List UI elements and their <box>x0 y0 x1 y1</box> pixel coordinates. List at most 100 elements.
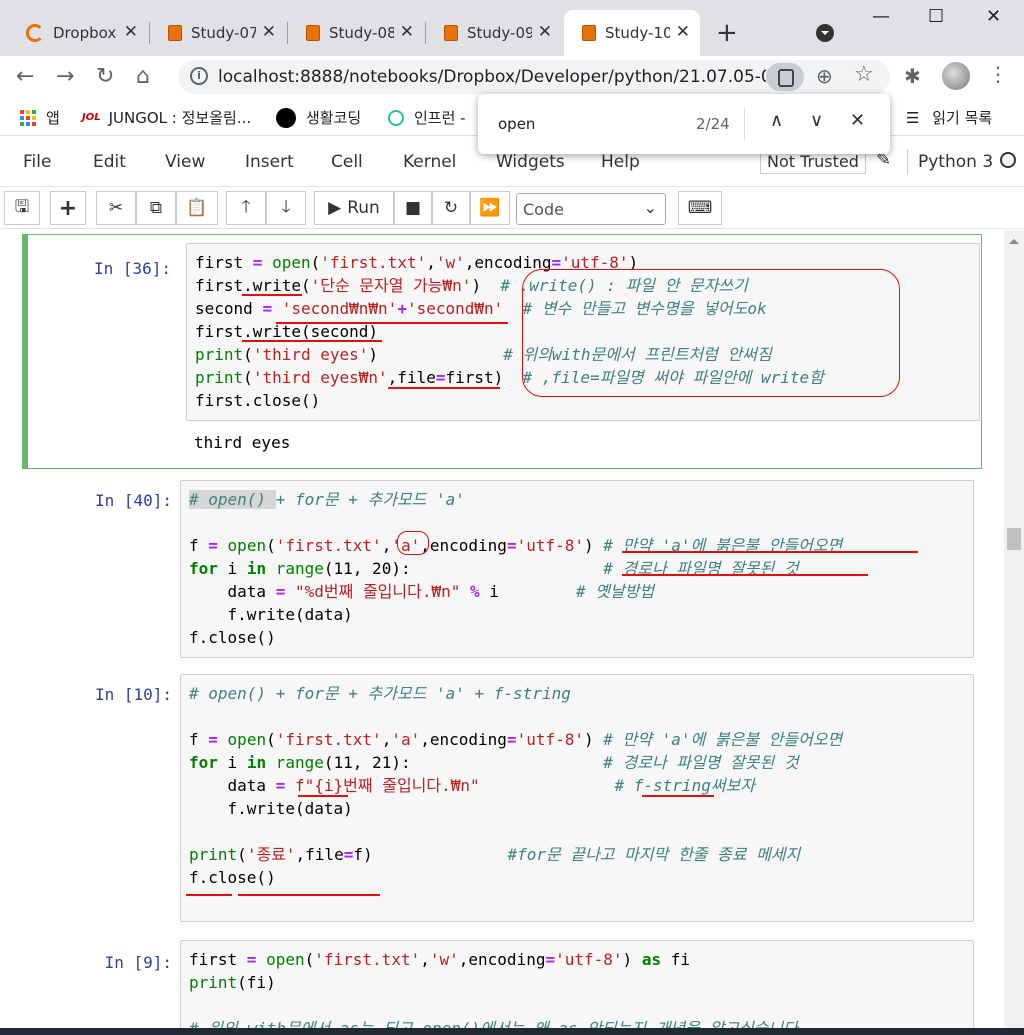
cell-input[interactable]: # open() + for문 + 추가모드 'a' + f-string f … <box>180 674 974 922</box>
tab-close-icon[interactable]: ✕ <box>262 22 276 42</box>
annotation-underline <box>388 387 500 389</box>
tab-close-icon[interactable]: ✕ <box>676 22 690 42</box>
bookmark-label: 생활코딩 <box>306 109 362 127</box>
jupyter-toolbar: 🖫 + ✂ ⧉ 📋 🡑 🡓 ▶ Run ■ ↻ ⏩ Code ⌄ ⌨ <box>0 187 1024 229</box>
cell-type-select[interactable]: Code ⌄ <box>516 193 666 225</box>
tab-search-dropdown-icon[interactable] <box>816 24 834 42</box>
code-cell-selected[interactable]: In [36]: first = open('first.txt','w',en… <box>22 234 982 469</box>
menu-insert[interactable]: Insert <box>245 152 294 172</box>
scroll-up-icon[interactable] <box>1009 234 1019 244</box>
bookmark-star-icon[interactable]: ☆ <box>854 62 874 87</box>
run-button[interactable]: ▶ Run <box>314 191 394 225</box>
address-bar[interactable]: i localhost:8888/notebooks/Dropbox/Devel… <box>178 60 890 94</box>
annotation-underline <box>622 551 918 553</box>
menu-cell[interactable]: Cell <box>331 152 363 172</box>
kernel-status-icon <box>1000 152 1016 168</box>
restart-icon: ↻ <box>443 198 459 218</box>
cell-input[interactable]: # open() + for문 + 추가모드 'a' f = open('fir… <box>180 480 974 658</box>
cut-button[interactable]: ✂ <box>96 191 136 225</box>
code-cell[interactable]: In [9]: first = open('first.txt','w',enc… <box>22 936 982 1035</box>
menu-widgets[interactable]: Widgets <box>496 152 565 172</box>
new-tab-icon[interactable]: + <box>716 18 738 48</box>
reading-list[interactable]: ☰ 읽기 목록 <box>906 107 992 128</box>
menu-edit[interactable]: Edit <box>93 152 126 172</box>
cell-type-value: Code <box>523 200 564 219</box>
insert-cell-button[interactable]: + <box>50 191 86 225</box>
annotation-underline <box>242 340 382 342</box>
tab-close-icon[interactable]: ✕ <box>400 22 414 42</box>
url-text[interactable]: localhost:8888/notebooks/Dropbox/Develop… <box>218 67 766 87</box>
bookmark-jungol[interactable]: JOL JUNGOL : 정보올림... <box>82 107 251 128</box>
move-down-button[interactable]: 🡓 <box>266 191 306 225</box>
restart-button[interactable]: ↻ <box>432 191 470 225</box>
inflearn-icon <box>388 109 404 126</box>
copy-icon: ⧉ <box>149 198 163 218</box>
profile-avatar[interactable] <box>942 62 970 90</box>
command-palette-button[interactable]: ⌨ <box>678 191 722 225</box>
extensions-icon[interactable]: ✱ <box>904 64 921 88</box>
code-cell[interactable]: In [10]: # open() + for문 + 추가모드 'a' + f-… <box>22 672 982 922</box>
code-close-line[interactable]: f.close() <box>189 866 276 889</box>
tab-title: Study-08 <box>329 24 394 42</box>
menu-help[interactable]: Help <box>601 152 640 172</box>
bookmark-label: 앱 <box>46 109 60 127</box>
maximize-icon[interactable]: ☐ <box>928 6 944 27</box>
cell-prompt: In [40]: <box>94 491 172 510</box>
annotation-underline <box>622 574 868 576</box>
interrupt-button[interactable]: ■ <box>394 191 432 225</box>
jupyter-book-favicon-icon <box>306 25 320 41</box>
bookmark-label: 인프런 - <box>414 109 466 127</box>
tab-study-08[interactable]: Study-08 ✕ <box>288 10 424 56</box>
site-info-icon[interactable]: i <box>190 67 208 85</box>
tab-title: Dropbox <box>53 24 117 42</box>
find-next-icon[interactable]: ∨ <box>810 110 823 131</box>
find-previous-icon[interactable]: ∧ <box>770 110 783 131</box>
reload-icon[interactable]: ↻ <box>96 64 114 89</box>
fast-forward-icon: ⏩ <box>479 198 501 218</box>
find-match-count: 2/24 <box>696 115 730 133</box>
copy-button[interactable]: ⧉ <box>136 191 176 225</box>
back-icon[interactable]: ← <box>16 64 34 89</box>
jungol-icon: JOL <box>82 112 101 123</box>
bookmark-apps[interactable]: 앱 <box>20 107 60 128</box>
find-divider <box>744 108 745 140</box>
menu-kernel[interactable]: Kernel <box>403 152 456 172</box>
cell-input[interactable]: first = open('first.txt','w',encoding='u… <box>180 940 974 1035</box>
tab-study-09[interactable]: Study-09 ✕ <box>426 10 562 56</box>
menu-view[interactable]: View <box>165 152 205 172</box>
minimize-icon[interactable]: — <box>872 6 890 27</box>
bookmark-saenghwal[interactable]: 생활코딩 <box>276 107 361 128</box>
tab-study-10[interactable]: Study-10 ✕ <box>564 10 700 56</box>
save-button[interactable]: 🖫 <box>4 191 40 225</box>
browser-menu-icon[interactable]: ⋮ <box>988 62 1008 86</box>
menu-file[interactable]: File <box>23 152 51 172</box>
code-cell[interactable]: In [40]: # open() + for문 + 추가모드 'a' f = … <box>22 478 982 660</box>
annotation-underline <box>276 322 508 324</box>
tab-close-icon[interactable]: ✕ <box>538 22 552 42</box>
tab-dropbox[interactable]: Dropbox ✕ <box>8 10 148 56</box>
code-block[interactable]: first = open('first.txt','w',encoding='u… <box>189 948 798 1035</box>
find-input[interactable]: open <box>498 115 535 133</box>
kernel-divider <box>907 149 908 175</box>
tab-study-07[interactable]: Study-07 ✕ <box>150 10 286 56</box>
code-block[interactable]: # open() + for문 + 추가모드 'a' + f-string f … <box>189 682 842 866</box>
paste-icon: 📋 <box>186 198 208 218</box>
bookmark-inflearn[interactable]: 인프런 - <box>388 107 466 128</box>
find-close-icon[interactable]: ✕ <box>850 110 865 131</box>
scrollbar-thumb[interactable] <box>1007 528 1021 550</box>
find-in-page-icon[interactable] <box>766 63 804 91</box>
tab-close-icon[interactable]: ✕ <box>124 22 138 42</box>
home-icon[interactable]: ⌂ <box>136 64 150 89</box>
paste-button[interactable]: 📋 <box>176 191 218 225</box>
code-block[interactable]: # open() + for문 + 추가모드 'a' f = open('fir… <box>189 488 842 649</box>
annotation-underline <box>238 894 380 896</box>
play-icon: ▶ <box>328 198 342 218</box>
jupyter-book-favicon-icon <box>582 25 596 41</box>
zoom-icon[interactable]: ⊕ <box>816 64 833 88</box>
notebook-scrollbar[interactable] <box>1004 230 1024 1035</box>
tab-title: Study-09 <box>467 24 532 42</box>
move-up-button[interactable]: 🡑 <box>226 191 266 225</box>
forward-icon[interactable]: → <box>56 64 74 89</box>
run-all-button[interactable]: ⏩ <box>470 191 510 225</box>
close-window-icon[interactable]: ✕ <box>986 6 1001 27</box>
